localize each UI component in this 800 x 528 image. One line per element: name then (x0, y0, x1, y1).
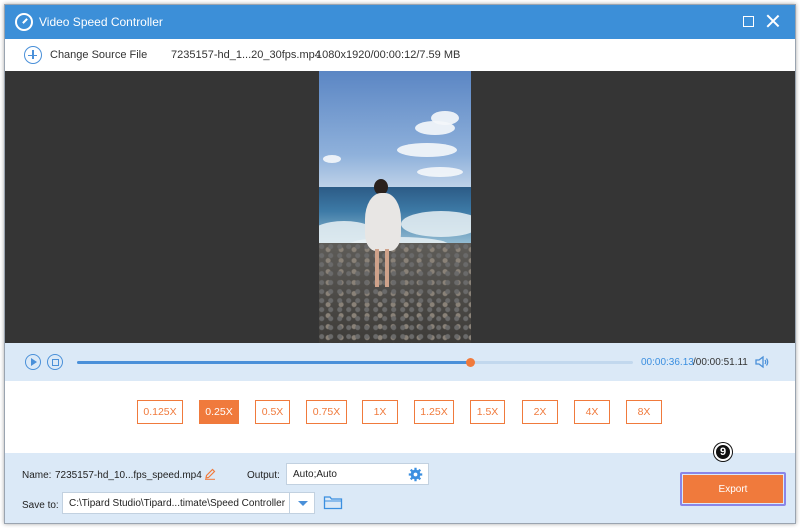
speed-1.25x-button[interactable]: 1.25X (414, 400, 454, 424)
step-number-badge: 9 (714, 443, 732, 461)
app-logo-icon (15, 13, 33, 31)
output-format-field[interactable]: Auto;Auto (286, 463, 429, 485)
speed-8x-button[interactable]: 8X (626, 400, 662, 424)
name-label: Name: (22, 470, 52, 481)
speed-0.125x-button[interactable]: 0.125X (137, 400, 183, 424)
output-panel: Name: 7235157-hd_10...fps_speed.mp4 Outp… (5, 453, 795, 523)
speed-1.5x-button[interactable]: 1.5X (470, 400, 505, 424)
chevron-down-icon[interactable] (289, 493, 315, 513)
edit-icon[interactable] (204, 468, 216, 480)
app-window: Video Speed Controller Change Source Fil… (4, 4, 796, 524)
save-to-label: Save to: (22, 500, 59, 511)
output-file-name: 7235157-hd_10...fps_speed.mp4 (55, 470, 202, 481)
maximize-icon[interactable] (743, 16, 754, 27)
speed-1x-button[interactable]: 1X (362, 400, 398, 424)
play-icon[interactable] (25, 354, 41, 370)
speed-2x-button[interactable]: 2X (522, 400, 558, 424)
video-frame (319, 71, 471, 343)
stop-icon[interactable] (47, 354, 63, 370)
speed-4x-button[interactable]: 4X (574, 400, 610, 424)
save-path-field[interactable]: C:\Tipard Studio\Tipard...timate\Speed C… (62, 492, 315, 514)
output-format-value: Auto;Auto (293, 469, 337, 480)
source-file-name: 7235157-hd_1...20_30fps.mp4 (171, 49, 321, 61)
volume-icon[interactable] (755, 355, 769, 369)
title-bar: Video Speed Controller (5, 5, 795, 39)
export-button[interactable]: Export (683, 475, 783, 503)
speed-options: 0.125X 0.25X 0.5X 0.75X 1X 1.25X 1.5X 2X… (5, 381, 795, 453)
total-time: /00:00:51.11 (693, 357, 748, 368)
output-label: Output: (247, 470, 280, 481)
save-path-value: C:\Tipard Studio\Tipard...timate\Speed C… (69, 498, 286, 509)
window-title: Video Speed Controller (39, 15, 163, 29)
add-icon[interactable] (24, 46, 42, 64)
playback-controls: 00:00:36.13 /00:00:51.11 (5, 343, 795, 381)
file-bar: Change Source File 7235157-hd_1...20_30f… (5, 39, 795, 71)
progress-handle[interactable] (466, 358, 476, 367)
progress-slider[interactable] (77, 358, 633, 367)
change-source-button[interactable]: Change Source File (50, 49, 147, 61)
speed-0.5x-button[interactable]: 0.5X (255, 400, 290, 424)
current-time: 00:00:36.13 (641, 357, 694, 368)
folder-icon[interactable] (323, 494, 343, 510)
video-preview (5, 71, 795, 343)
speed-0.75x-button[interactable]: 0.75X (306, 400, 347, 424)
speed-0.25x-button[interactable]: 0.25X (199, 400, 239, 424)
close-icon[interactable] (765, 13, 781, 29)
progress-fill (77, 361, 471, 364)
gear-icon[interactable] (408, 467, 423, 482)
source-file-meta: 1080x1920/00:00:12/7.59 MB (316, 49, 461, 61)
